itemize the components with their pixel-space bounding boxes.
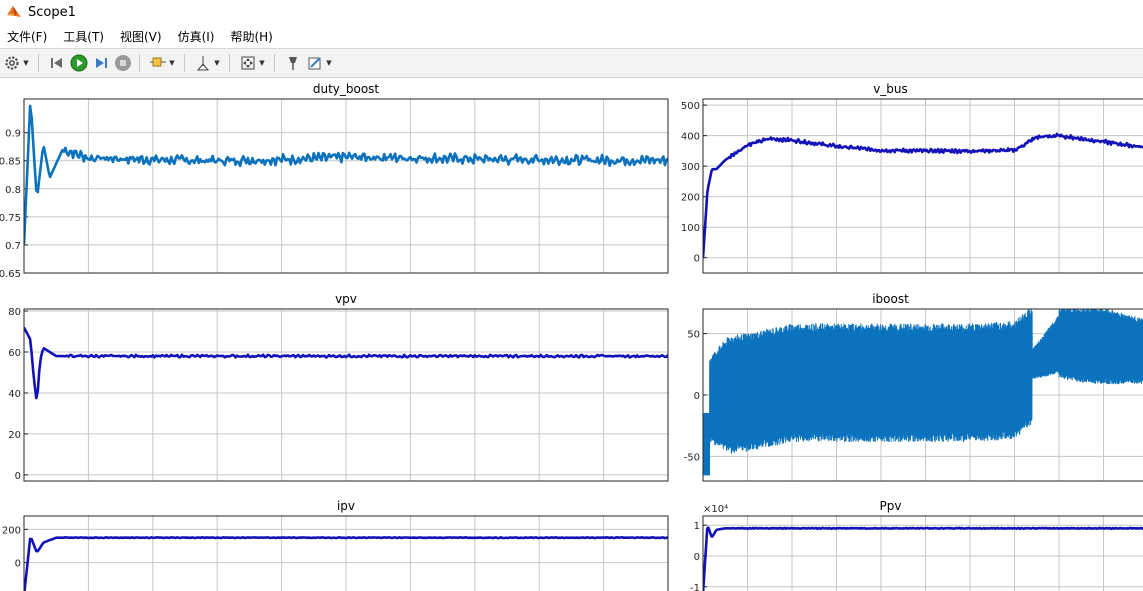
axes-2: 0 20 40 60 80 vpv [8,292,669,482]
toolbar-separator [229,54,230,72]
toolbar-separator [38,54,39,72]
pin-icon[interactable] [283,53,303,73]
y-tick-label: 1 [694,521,700,532]
window-title: Scope1 [28,4,76,20]
y-tick-label: 0.9 [5,129,21,140]
y-tick-label: 60 [8,348,21,359]
y-tick-label: 200 [2,525,21,536]
y-tick-label: 0 [694,552,700,563]
style-edit-icon[interactable] [305,53,325,73]
run-icon[interactable] [69,53,89,73]
y-tick-label: 0.75 [0,213,21,224]
menu-bar: 文件(F) 工具(T) 视图(V) 仿真(I) 帮助(H) [0,24,1143,48]
menu-view[interactable]: 视图(V) [112,28,170,45]
y-tick-label: 40 [8,389,21,400]
y-tick-label: 500 [681,101,700,112]
settings-dropdown-icon[interactable]: ▼ [22,53,30,73]
y-tick-label: 200 [681,193,700,204]
cursor-dropdown-icon[interactable]: ▼ [213,53,221,73]
toolbar-separator [139,54,140,72]
y-tick-label: 50 [687,330,700,341]
zoom-dropdown-icon[interactable]: ▼ [258,53,266,73]
plot-title: iboost [872,292,909,306]
y-tick-label: 100 [681,223,700,234]
style-dropdown-icon[interactable]: ▼ [325,53,333,73]
toolbar: ▼ ▼ ▼ ▼ ▼ [0,48,1143,78]
zoom-fit-icon[interactable] [238,53,258,73]
plot-title: ipv [337,499,355,513]
title-bar: Scope1 [0,0,1143,24]
y-tick-label: 80 [8,307,21,318]
y-tick-label: 0.65 [0,269,21,280]
y-tick-label: 400 [681,132,700,143]
settings-gear-icon[interactable] [2,53,22,73]
menu-help[interactable]: 帮助(H) [222,28,280,45]
plot-title: vpv [335,292,357,306]
axes-4: -2000200ipv [2,499,669,591]
y-tick-label: 0.8 [5,185,21,196]
axes-5: -1 0 1 Ppv ×10⁴ [690,499,1143,591]
menu-tools[interactable]: 工具(T) [55,28,112,45]
y-tick-label: 0 [15,559,21,570]
y-tick-label: 20 [8,430,21,441]
cursor-measure-icon[interactable] [193,53,213,73]
step-forward-icon[interactable] [91,53,111,73]
toolbar-separator [184,54,185,72]
step-back-icon[interactable] [47,53,67,73]
axes-0: 0.65 0.7 0.75 0.8 0.85 0.9 duty_boost [0,82,669,280]
plot-title: duty_boost [313,82,380,96]
toolbar-separator [274,54,275,72]
matlab-logo-icon [7,6,21,17]
highlight-dropdown-icon[interactable]: ▼ [168,53,176,73]
y-tick-label: 0.7 [5,241,21,252]
highlight-block-icon[interactable] [148,53,168,73]
stop-icon[interactable] [113,53,133,73]
scope-plot-area: 0.650.70.750.80.850.9duty_boost010020030… [0,82,1143,591]
axes-3: -50 0 50 iboost [684,292,1143,482]
y-tick-label: 0 [15,471,21,482]
plot-title: v_bus [873,82,908,96]
axes-1: 0 100 200 300 400 500 v_bus [681,82,1143,274]
y-tick-label: -1 [690,583,700,591]
y-tick-label: -50 [684,452,700,463]
menu-simulation[interactable]: 仿真(I) [170,28,223,45]
y-tick-label: 0.85 [0,157,21,168]
y-tick-label: 0 [694,254,700,265]
plot-title: Ppv [880,499,902,513]
y-tick-label: 0 [694,391,700,402]
axes-background [703,99,1143,273]
y-tick-label: 300 [681,162,700,173]
y-exponent-label: ×10⁴ [703,504,728,515]
menu-file[interactable]: 文件(F) [0,28,55,45]
